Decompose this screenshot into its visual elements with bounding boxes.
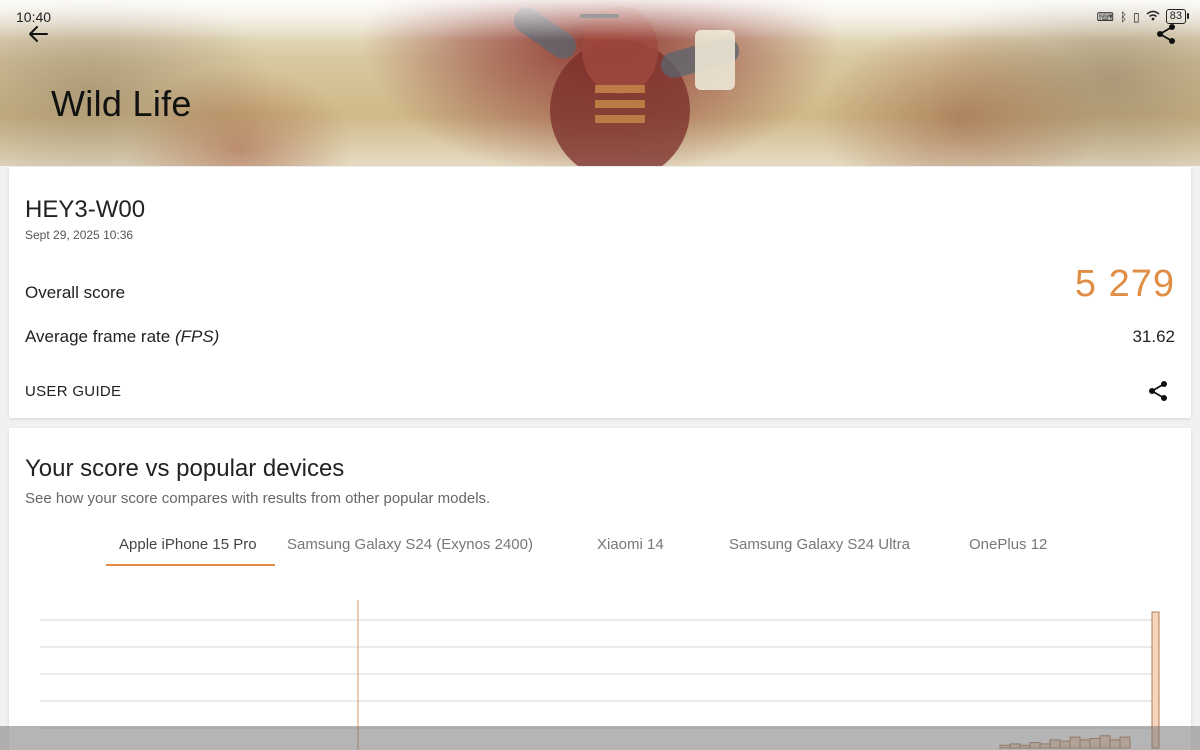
chart-grid [40, 619, 1160, 729]
comparison-subtitle: See how your score compares with results… [25, 490, 491, 507]
user-guide-link[interactable]: USER GUIDE [25, 383, 121, 400]
fps-unit: (FPS) [174, 327, 220, 346]
fps-label: Average frame rate (FPS) [25, 327, 219, 347]
tab-oneplus-12[interactable]: OnePlus 12 [969, 536, 1047, 553]
tab-apple-iphone-15-pro[interactable]: Apple iPhone 15 Pro [119, 536, 257, 553]
comparison-card: Your score vs popular devices See how yo… [9, 428, 1191, 750]
hero-banner: 10:40 ⌨ ᛒ ▯ 83 Wild Life [0, 0, 1200, 166]
result-date: Sept 29, 2025 10:36 [25, 228, 134, 242]
tab-xiaomi-14[interactable]: Xiaomi 14 [597, 536, 664, 553]
share-result-button[interactable] [1145, 378, 1171, 404]
system-navigation-bar [0, 726, 1200, 750]
device-name: HEY3-W00 [25, 196, 146, 223]
arrow-left-icon [29, 26, 48, 42]
score-card: HEY3-W00 Sept 29, 2025 10:36 Overall sco… [9, 167, 1191, 418]
tab-samsung-galaxy-s24-exynos[interactable]: Samsung Galaxy S24 (Exynos 2400) [287, 536, 533, 553]
active-tab-indicator [106, 564, 275, 566]
keyboard-icon: ⌨ [1096, 9, 1114, 24]
share-button-top[interactable] [1152, 20, 1180, 48]
bluetooth-icon: ᛒ [1119, 9, 1128, 24]
overall-score-value: 5 279 [1074, 263, 1175, 305]
vibrate-icon: ▯ [1133, 9, 1140, 24]
hero-top-fade [0, 0, 1200, 40]
tab-samsung-galaxy-s24-ultra[interactable]: Samsung Galaxy S24 Ultra [729, 536, 910, 553]
window-drag-handle[interactable] [580, 14, 619, 18]
overall-score-label: Overall score [25, 283, 126, 302]
page-title: Wild Life [51, 83, 192, 124]
share-icon [1157, 24, 1175, 44]
fps-label-text: Average frame rate [25, 327, 171, 346]
fps-value: 31.62 [1132, 327, 1175, 346]
back-button[interactable] [24, 20, 52, 48]
share-icon [1149, 381, 1167, 401]
comparison-title: Your score vs popular devices [25, 455, 345, 482]
